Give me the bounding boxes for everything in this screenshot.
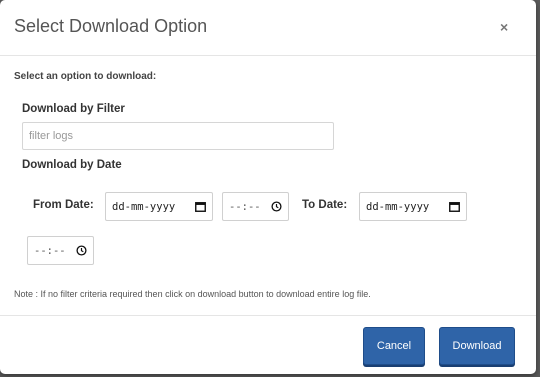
clock-icon[interactable] xyxy=(271,201,282,212)
calendar-icon[interactable] xyxy=(449,201,460,212)
from-date-label: From Date: xyxy=(33,199,94,211)
to-date-label: To Date: xyxy=(302,199,348,211)
from-time-value: --:-- xyxy=(229,200,261,213)
to-time-value: --:-- xyxy=(34,244,66,257)
download-note: Note : If no filter criteria required th… xyxy=(14,289,371,299)
modal-title: Select Download Option xyxy=(14,16,208,36)
date-section-heading: Download by Date xyxy=(22,159,122,171)
to-date-value: dd-mm-yyyy xyxy=(366,200,430,213)
from-date-picker[interactable]: dd-mm-yyyy xyxy=(105,192,213,221)
cancel-button[interactable]: Cancel xyxy=(363,327,425,365)
download-option-modal: Select Download Option × Select an optio… xyxy=(0,0,536,374)
calendar-icon[interactable] xyxy=(195,201,206,212)
to-time-picker[interactable]: --:-- xyxy=(27,236,94,265)
filter-section-heading: Download by Filter xyxy=(22,103,125,115)
from-date-value: dd-mm-yyyy xyxy=(112,200,176,213)
modal-footer-divider xyxy=(0,315,536,316)
to-date-picker[interactable]: dd-mm-yyyy xyxy=(359,192,467,221)
intro-text: Select an option to download: xyxy=(14,71,157,82)
clock-icon[interactable] xyxy=(76,245,87,256)
download-button[interactable]: Download xyxy=(439,327,515,365)
from-time-picker[interactable]: --:-- xyxy=(222,192,289,221)
filter-logs-input[interactable] xyxy=(22,122,334,150)
modal-header: Select Download Option × xyxy=(0,0,536,56)
close-button[interactable]: × xyxy=(500,19,508,35)
